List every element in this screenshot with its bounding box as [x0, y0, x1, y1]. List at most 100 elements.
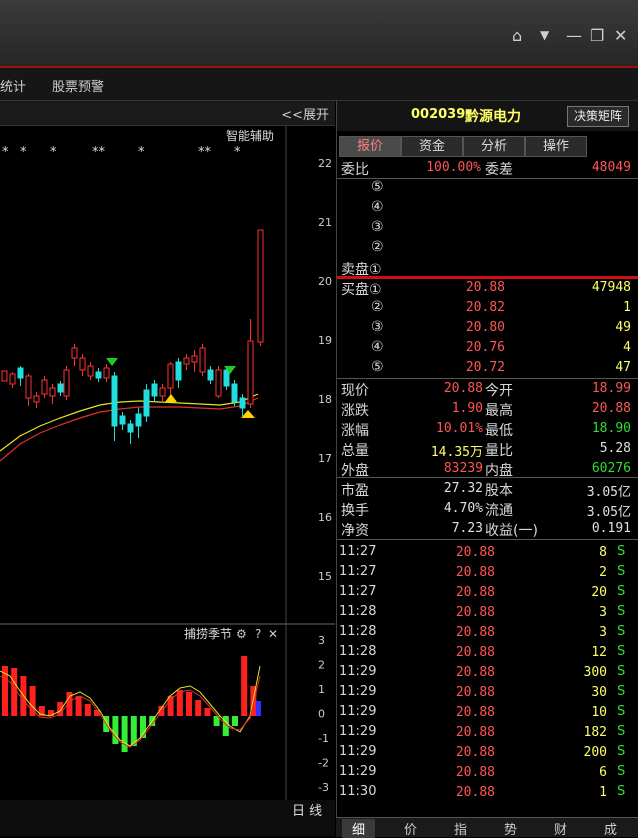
tab-deals[interactable]: 成 [604, 819, 617, 838]
price-tick: 19 [318, 334, 332, 347]
tick-side: S [617, 664, 626, 679]
separator [337, 378, 638, 379]
indicator-bar [232, 716, 238, 726]
tab-price[interactable]: 价 [404, 819, 417, 838]
fundamental-value: 4.70% [443, 501, 483, 516]
tick-side: S [617, 644, 626, 659]
stat-label: 量比 [485, 443, 513, 459]
stat-label: 涨幅 [341, 423, 369, 439]
detail-tabs: 细 价 指 势 财 成 [336, 817, 638, 838]
buy-signal-arrow [241, 410, 255, 418]
tab-funds[interactable]: 资金 [401, 136, 463, 157]
stat-value: 60276 [591, 461, 631, 476]
candle-body [207, 369, 214, 381]
menu-item-stock-alert[interactable]: 股票预警 [52, 76, 104, 95]
buy-level-label: ④ [371, 339, 384, 355]
stat-label: 外盘 [341, 463, 369, 479]
tick-side: S [617, 604, 626, 619]
gear-icon[interactable]: ⚙ [236, 627, 247, 641]
indicator-tick: 1 [318, 683, 325, 696]
indicator-bar [204, 708, 211, 716]
tick-time: 11:27 [339, 544, 377, 559]
tab-detail[interactable]: 细 [342, 819, 376, 838]
restore-icon[interactable]: ❐ [590, 26, 604, 45]
close-indicator-icon[interactable]: ✕ [268, 627, 278, 641]
minimize-icon[interactable]: — [566, 26, 582, 45]
decision-matrix-button[interactable]: 决策矩阵 [567, 106, 629, 127]
star-marker: ** [92, 145, 106, 160]
tick-time: 11:30 [339, 784, 377, 799]
indicator-bar [186, 692, 192, 716]
stat-value: 20.88 [591, 401, 631, 416]
title-bar: ⌂ ▼ — ❐ ✕ [0, 0, 638, 68]
stock-code: 002039 [411, 107, 466, 122]
stat-label: 今开 [485, 383, 513, 399]
tick-volume: 10 [591, 705, 607, 720]
candle-body [143, 389, 150, 417]
indicator-tick: -2 [318, 757, 329, 770]
candle-body [103, 367, 110, 379]
tick-price: 20.88 [455, 645, 495, 660]
buy-level-price: 20.82 [465, 300, 505, 315]
candle-body [25, 375, 32, 399]
tick-price: 20.88 [455, 685, 495, 700]
dropdown-icon[interactable]: ▼ [540, 28, 549, 42]
stat-value: 18.90 [591, 421, 631, 436]
kline-chart: * * * ** * ** * 智能辅助 2221201918171615 捕捞季节 ⚙ ?… [0, 126, 335, 816]
weicha-label: 委差 [485, 162, 513, 178]
indicator-tick: 0 [318, 708, 325, 721]
indicator-bar [195, 700, 202, 716]
candle-body [135, 413, 142, 427]
star-markers: * * * ** * ** * [2, 145, 241, 160]
indicator-bar [121, 716, 128, 752]
candle-body [9, 373, 16, 385]
tab-operation[interactable]: 操作 [525, 136, 587, 157]
price-tick: 17 [318, 452, 332, 465]
fundamental-label: 市盈 [341, 483, 369, 499]
menu-item-stats[interactable]: 统计 [0, 76, 26, 95]
candle-body [223, 369, 230, 387]
sell-level-label: ③ [371, 219, 384, 235]
star-marker: * [234, 145, 241, 160]
candle-body [17, 367, 24, 379]
tick-time: 11:28 [339, 604, 377, 619]
tab-quote[interactable]: 报价 [339, 136, 401, 157]
buy-level-price: 20.76 [465, 340, 505, 355]
tab-analysis[interactable]: 分析 [463, 136, 525, 157]
close-icon[interactable]: ✕ [614, 26, 627, 45]
price-tick: 22 [318, 157, 332, 170]
help-icon[interactable]: ? [255, 627, 261, 641]
tick-time: 11:28 [339, 624, 377, 639]
tab-finance[interactable]: 财 [554, 819, 567, 838]
star-marker: * [138, 145, 145, 160]
tick-time: 11:29 [339, 764, 377, 779]
buy-level-volume: 47 [615, 360, 631, 375]
tick-price: 20.88 [455, 765, 495, 780]
period-label[interactable]: 日 线 [292, 800, 322, 819]
stat-label: 总量 [341, 443, 369, 459]
buy-level-label: ② [371, 299, 384, 315]
tick-price: 20.88 [455, 725, 495, 740]
tick-price: 20.88 [455, 625, 495, 640]
bid-ask-divider [337, 276, 638, 279]
home-icon[interactable]: ⌂ [512, 26, 522, 45]
stat-value: 83239 [443, 461, 483, 476]
tab-trend[interactable]: 势 [504, 819, 517, 838]
tick-price: 20.88 [455, 665, 495, 680]
price-tick: 18 [318, 393, 332, 406]
tick-volume: 6 [599, 765, 607, 780]
tick-time: 11:28 [339, 644, 377, 659]
candles [1, 229, 264, 444]
tab-index[interactable]: 指 [454, 819, 467, 838]
buy-level-volume: 47948 [591, 280, 631, 295]
tick-volume: 182 [583, 725, 607, 740]
price-tick: 16 [318, 511, 332, 524]
stat-value: 20.88 [443, 381, 483, 396]
expand-button[interactable]: <<展开 [281, 104, 329, 123]
candle-body [151, 383, 158, 397]
chart-area[interactable]: * * * ** * ** * 智能辅助 22 21 20 19 18 17 16 15 捕捞季节 ⚙ ?… [0, 126, 335, 816]
stat-value: 18.99 [591, 381, 631, 396]
sell-level-label: ④ [371, 199, 384, 215]
tick-price: 20.88 [455, 745, 495, 760]
stat-value: 10.01% [436, 421, 483, 436]
